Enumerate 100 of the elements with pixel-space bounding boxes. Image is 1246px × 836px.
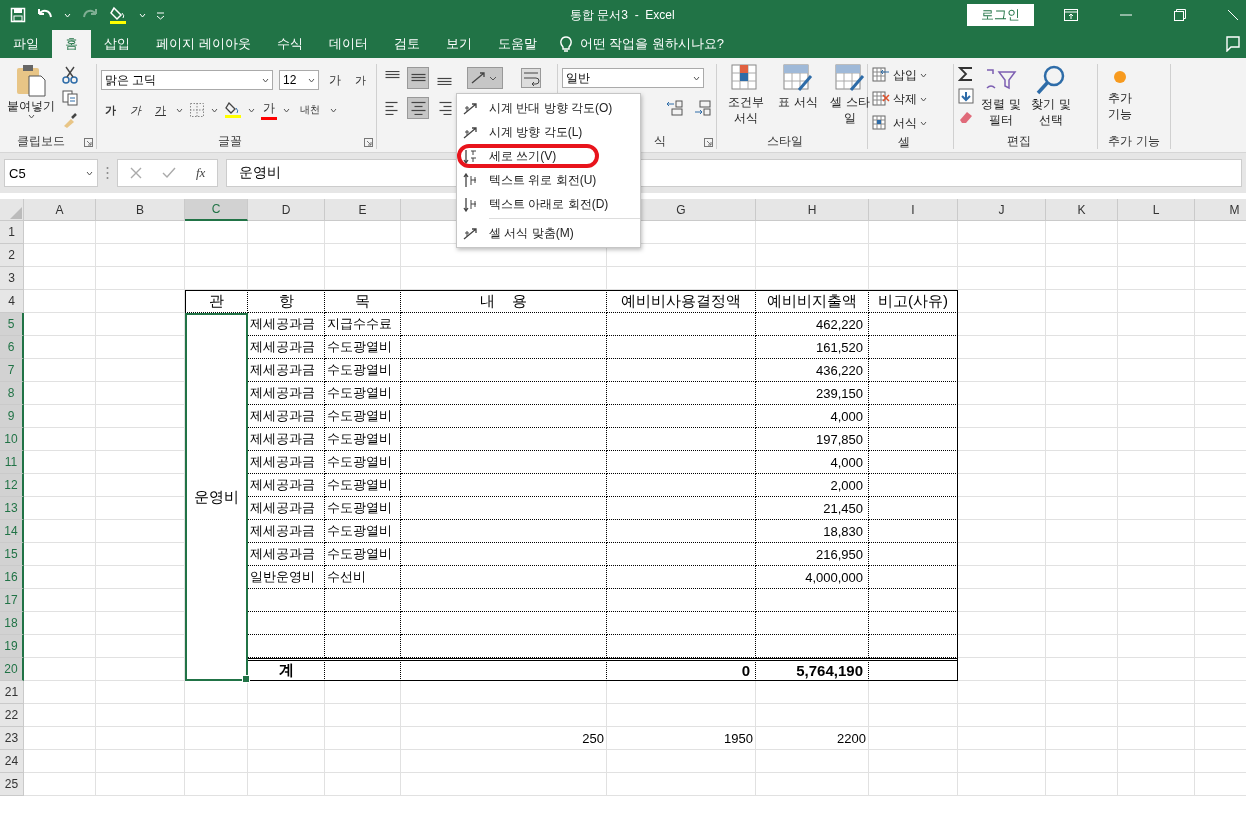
save-icon[interactable] [10, 7, 26, 23]
align-middle-button[interactable] [407, 67, 429, 89]
decrease-decimal-icon[interactable] [694, 100, 712, 116]
dialog-launcher-icon[interactable] [364, 138, 373, 147]
row-header[interactable]: 5 [0, 313, 24, 336]
increase-decimal-icon[interactable] [666, 100, 684, 116]
row-header[interactable]: 23 [0, 727, 24, 750]
ribbon-tab[interactable]: 삽입 [91, 30, 143, 58]
dialog-launcher-icon[interactable] [84, 138, 93, 147]
ribbon-tab[interactable]: 검토 [380, 30, 433, 58]
menu-item[interactable]: 셀 서식 맞춤(M) [457, 221, 640, 245]
row-header[interactable]: 13 [0, 497, 24, 520]
column-header[interactable]: E [325, 199, 401, 221]
ribbon-tab[interactable]: 수식 [263, 30, 316, 58]
row-header[interactable]: 8 [0, 382, 24, 405]
add-ins-button[interactable]: 추가 기능 [1102, 64, 1138, 133]
grow-font-button[interactable]: 가 [325, 71, 345, 89]
menu-item[interactable]: 시계 방향 각도(L) [457, 120, 640, 144]
style-button[interactable]: 표 서식 [773, 64, 823, 133]
copy-icon[interactable] [62, 90, 78, 106]
column-header[interactable]: D [248, 199, 325, 221]
column-header[interactable]: C [185, 199, 248, 221]
ribbon-tab[interactable]: 데이터 [315, 30, 381, 58]
fill-down-icon[interactable] [958, 88, 974, 104]
cells-button[interactable]: 삽입 [872, 64, 949, 86]
border-icon[interactable] [189, 102, 205, 118]
menu-item[interactable]: 세로 쓰기(V) [457, 144, 640, 168]
shrink-font-button[interactable]: 가 [351, 72, 370, 88]
fill-color-icon[interactable] [224, 101, 242, 119]
row-header[interactable]: 16 [0, 566, 24, 589]
cut-icon[interactable] [62, 66, 78, 84]
row-header[interactable]: 12 [0, 474, 24, 497]
row-header[interactable]: 9 [0, 405, 24, 428]
insert-function-button[interactable]: fx [196, 165, 206, 181]
brush-icon[interactable] [62, 112, 78, 128]
ribbon-display-icon[interactable] [1064, 9, 1078, 21]
row-header[interactable]: 3 [0, 267, 24, 290]
font-color-button[interactable]: 가 [261, 100, 277, 120]
ribbon-tab[interactable]: 홈 [52, 30, 91, 58]
paste-button[interactable]: 붙여넣기 [4, 64, 58, 133]
eraser-icon[interactable] [958, 110, 974, 124]
close-icon[interactable] [1228, 9, 1238, 21]
row-header[interactable]: 21 [0, 681, 24, 704]
tell-me-field[interactable]: 어떤 작업을 원하시나요? [579, 35, 725, 53]
login-button[interactable]: 로그인 [967, 4, 1034, 26]
wrap-text-icon[interactable] [521, 68, 541, 88]
dialog-launcher-icon[interactable] [704, 138, 713, 147]
sort-filter-button[interactable]: 정렬 및 필터 [978, 64, 1024, 133]
lightbulb-icon[interactable] [559, 35, 572, 53]
italic-button[interactable]: 가 [126, 102, 145, 118]
sum-icon[interactable] [958, 66, 974, 82]
row-header[interactable]: 14 [0, 520, 24, 543]
orientation-button[interactable] [467, 67, 503, 89]
bold-button[interactable]: 가 [101, 102, 120, 118]
row-header[interactable]: 10 [0, 428, 24, 451]
ribbon-tab[interactable]: 파일 [0, 30, 52, 58]
caret-icon[interactable] [64, 12, 71, 18]
phonetic-button[interactable]: 내천 [296, 105, 324, 115]
row-header[interactable]: 19 [0, 635, 24, 658]
column-header[interactable]: M [1195, 199, 1246, 221]
row-header[interactable]: 22 [0, 704, 24, 727]
align-center-button[interactable] [407, 97, 429, 119]
customize-icon[interactable] [156, 10, 165, 20]
row-header[interactable]: 24 [0, 750, 24, 773]
font-size-field[interactable]: 12 [279, 70, 319, 90]
column-header[interactable]: A [24, 199, 96, 221]
column-header[interactable]: H [756, 199, 869, 221]
name-box[interactable]: C5 [4, 159, 98, 187]
ribbon-tab[interactable]: 도움말 [484, 30, 550, 58]
row-header[interactable]: 1 [0, 221, 24, 244]
number-format-field[interactable]: 일반 [562, 68, 704, 88]
row-header[interactable]: 25 [0, 773, 24, 796]
cells-button[interactable]: 서식 [872, 112, 949, 134]
row-header[interactable]: 11 [0, 451, 24, 474]
column-header[interactable]: K [1046, 199, 1118, 221]
cells-button[interactable]: 삭제 [872, 88, 949, 110]
row-header[interactable]: 2 [0, 244, 24, 267]
row-header[interactable]: 7 [0, 359, 24, 382]
ribbon-tab[interactable]: 페이지 레이아웃 [143, 30, 264, 58]
column-header[interactable]: L [1118, 199, 1195, 221]
find-select-button[interactable]: 찾기 및 선택 [1028, 64, 1074, 133]
fill-handle[interactable] [242, 675, 250, 683]
row-header[interactable]: 6 [0, 336, 24, 359]
style-button[interactable]: 조건부 서식 [721, 64, 771, 133]
ribbon-tab[interactable]: 보기 [432, 30, 485, 58]
selected-cell[interactable]: 운영비 [185, 313, 248, 681]
menu-item[interactable]: 시계 반대 방향 각도(O) [457, 96, 640, 120]
restore-icon[interactable] [1174, 9, 1186, 21]
column-header[interactable]: B [96, 199, 185, 221]
row-header[interactable]: 17 [0, 589, 24, 612]
row-header[interactable]: 15 [0, 543, 24, 566]
fill-color-icon[interactable] [109, 5, 129, 25]
column-header[interactable]: I [869, 199, 958, 221]
underline-button[interactable]: 가 [151, 102, 170, 118]
row-header[interactable]: 18 [0, 612, 24, 635]
row-header[interactable]: 20 [0, 658, 24, 681]
font-name-field[interactable]: 맑은 고딕 [101, 70, 273, 90]
caret-icon[interactable] [139, 12, 146, 18]
comment-icon[interactable] [1226, 36, 1240, 52]
column-header[interactable]: J [958, 199, 1046, 221]
